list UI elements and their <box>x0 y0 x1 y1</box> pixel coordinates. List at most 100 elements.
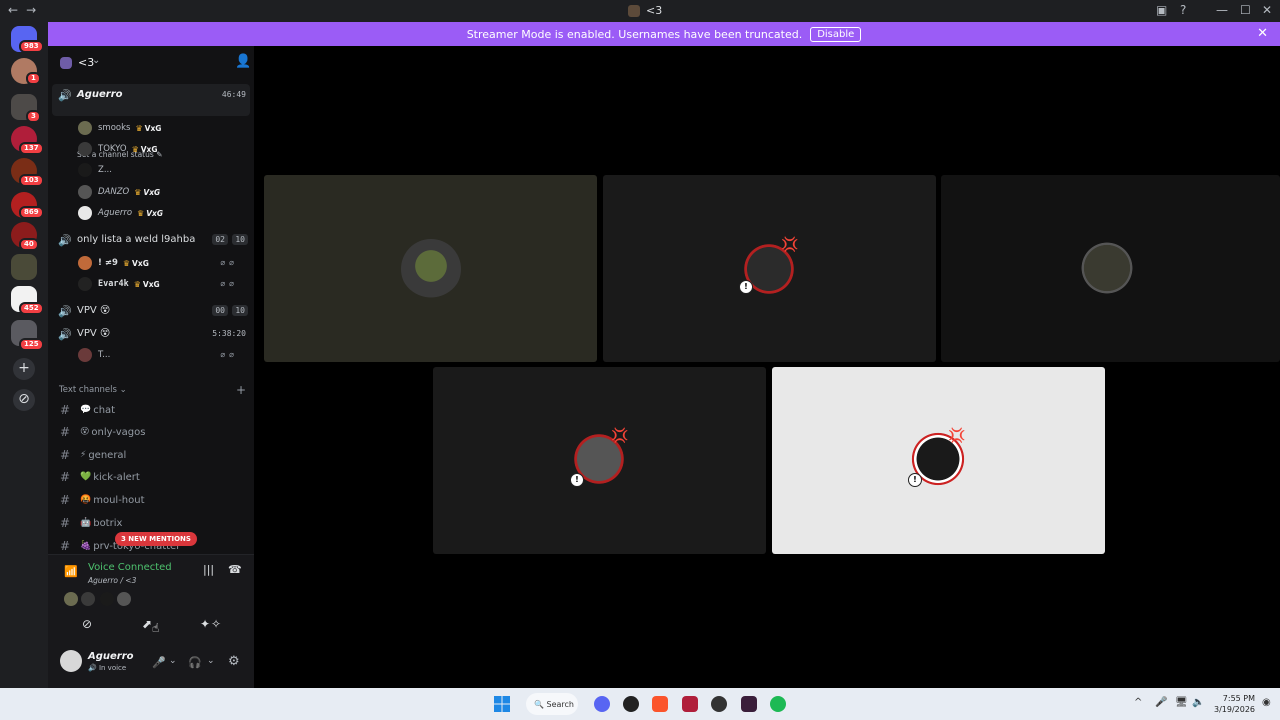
avatar <box>117 592 131 606</box>
help-icon[interactable]: ? <box>1180 3 1186 17</box>
channel-emoji: 😵 <box>80 427 90 437</box>
anger-icon: 💢 <box>948 428 966 444</box>
back-arrow-icon[interactable]: ← <box>8 3 18 17</box>
taskbar-search[interactable]: 🔍 Search <box>526 693 578 715</box>
server-badge-8: 452 <box>19 302 44 315</box>
voice-member[interactable]: DANZO ♛ VxG <box>78 183 160 201</box>
forward-arrow-icon[interactable]: → <box>26 3 36 17</box>
voice-member[interactable]: Z... <box>78 161 112 179</box>
inbox-icon[interactable]: ▣ <box>1156 3 1167 17</box>
channel-emoji: 🍇 <box>80 541 92 551</box>
app-icon-steam[interactable] <box>711 696 727 712</box>
signal-icon[interactable]: 📶 <box>64 565 78 578</box>
text-channels-category[interactable]: Text channels ⌄ + <box>59 383 246 397</box>
app-icon-g[interactable] <box>623 696 639 712</box>
activities-icon[interactable]: ✦ <box>200 617 210 631</box>
maximize-button[interactable]: ☐ <box>1240 3 1251 17</box>
voice-connected-title[interactable]: Voice Connected <box>88 562 172 573</box>
chevron-down-icon[interactable]: ⌄ <box>92 55 100 66</box>
muted-deafened-icons: ⌀⌀ <box>220 279 238 288</box>
clock-time: 7:55 PM <box>1222 694 1256 703</box>
app-icon-a[interactable] <box>682 696 698 712</box>
channel-emoji: 💬 <box>80 405 92 415</box>
close-window-button[interactable]: ✕ <box>1262 3 1272 17</box>
app-icon-v[interactable] <box>741 696 757 712</box>
mic-options-chevron-icon[interactable]: ⌄ <box>169 656 177 666</box>
text-channel-chat[interactable]: # 💬 chat <box>60 401 115 419</box>
network-icon[interactable]: 🖥 <box>1175 697 1188 708</box>
participant-tile[interactable]: 💢 ! <box>603 175 936 362</box>
window-title: <3 <box>628 4 662 17</box>
text-channel-botrix[interactable]: # 🤖 botrix <box>60 514 122 532</box>
channel-name: moul-hout <box>93 494 145 506</box>
member-name: DANZO <box>98 187 130 197</box>
add-channel-icon[interactable]: + <box>236 383 246 397</box>
mouse-cursor-icon: ☝ <box>152 621 160 635</box>
headset-options-chevron-icon[interactable]: ⌄ <box>207 656 215 666</box>
volume-icon[interactable]: 🔈 <box>1192 697 1204 708</box>
microphone-icon[interactable]: 🎤 <box>152 656 166 669</box>
avatar <box>78 185 92 199</box>
tray-overflow-icon[interactable]: ^ <box>1134 697 1142 708</box>
server-header[interactable]: <3 ⌄ 👤 <box>48 46 254 80</box>
windows-start-icon[interactable] <box>494 696 510 712</box>
participant-tile[interactable]: 💢 ! <box>433 367 766 554</box>
server-badge-4: 103 <box>19 174 44 187</box>
microphone-tray-icon[interactable]: 🎤 <box>1155 697 1167 708</box>
noise-suppression-icon[interactable]: ||| <box>203 563 214 576</box>
crown-icon: ♛ <box>122 258 131 268</box>
new-mentions-pill[interactable]: 3 NEW MENTIONS <box>115 532 197 546</box>
disconnect-icon[interactable]: ☎ <box>228 563 242 576</box>
speaker-icon: 🔊 <box>58 234 72 247</box>
voice-member[interactable]: T... <box>78 346 110 364</box>
channel-name: general <box>88 449 127 461</box>
muted-icon: ! <box>570 473 584 487</box>
discord-app-icon[interactable] <box>594 696 610 712</box>
add-member-icon[interactable]: 👤 <box>235 54 251 69</box>
discover-icon[interactable]: ⊘ <box>13 389 35 411</box>
taskbar-clock[interactable]: 7:55 PM 3/19/2026 <box>1214 693 1255 715</box>
banner-close-icon[interactable]: ✕ <box>1257 26 1268 41</box>
avatar[interactable] <box>60 650 82 672</box>
voice-member[interactable]: smooks ♛ VxG <box>78 119 161 137</box>
voice-member[interactable]: Aguerro ♛ VxG <box>78 204 163 222</box>
voice-member[interactable]: TOKYO ♛ VxG <box>78 140 158 158</box>
member-name: T... <box>98 350 111 360</box>
text-channel-only-vagos[interactable]: # 😵 only-vagos <box>60 423 145 441</box>
crown-icon: ♛ <box>137 208 145 218</box>
channel-name: botrix <box>93 517 123 529</box>
text-channel-moul-hout[interactable]: # 🤬 moul-hout <box>60 491 145 509</box>
avatar <box>78 206 92 220</box>
server-badge-6: 40 <box>19 238 39 251</box>
text-channel-kick-alert[interactable]: # 💚 kick-alert <box>60 468 140 486</box>
participant-tile[interactable]: 💢 ! <box>772 367 1105 554</box>
voice-connected-subtitle[interactable]: Aguerro / <3 <box>88 576 136 585</box>
participant-tile[interactable] <box>941 175 1280 362</box>
channel-name: kick-alert <box>93 471 140 483</box>
member-tag: VxG <box>142 279 160 289</box>
camera-off-icon[interactable]: ⊘ <box>82 617 92 631</box>
voice-channel-name: only lista a weld l9ahba <box>77 234 196 245</box>
add-server-icon[interactable]: + <box>13 358 35 380</box>
brave-browser-icon[interactable] <box>652 696 668 712</box>
member-tag: VxG <box>132 258 149 268</box>
server-badge-2: 3 <box>26 110 41 123</box>
voice-member[interactable]: Evar4k ♛ VxG <box>78 275 160 293</box>
server-icon-7[interactable] <box>11 254 37 280</box>
settings-gear-icon[interactable]: ⚙ <box>228 654 240 669</box>
text-channel-general[interactable]: # ⚡ general <box>60 446 126 464</box>
soundboard-icon[interactable]: ✧ <box>211 617 221 631</box>
disable-streamer-mode-button[interactable]: Disable <box>810 26 862 42</box>
chevron-down-icon: ⌄ <box>119 385 127 395</box>
spotify-icon[interactable] <box>770 696 786 712</box>
minimize-button[interactable]: — <box>1216 3 1228 17</box>
share-screen-icon[interactable]: ⬈ <box>142 617 152 631</box>
headset-icon[interactable]: 🎧 <box>188 656 202 669</box>
member-name: TOKYO <box>98 144 127 154</box>
voice-channel-timer: 5:38:20 <box>212 329 246 338</box>
notification-icon[interactable]: ◉ <box>1262 697 1271 708</box>
voice-member[interactable]: ! ≠9 ♛ VxG <box>78 254 149 272</box>
participant-tile[interactable] <box>264 175 597 362</box>
hash-icon: # <box>60 448 71 462</box>
channel-name: only-vagos <box>91 426 146 438</box>
